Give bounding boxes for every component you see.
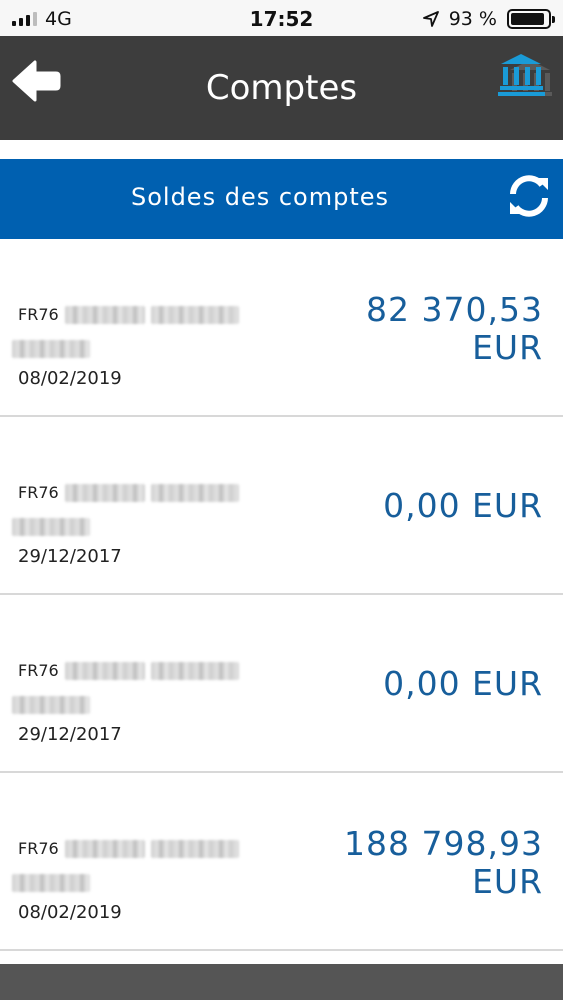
account-iban-cont [12, 518, 90, 536]
masked-iban [64, 483, 145, 502]
masked-iban [150, 661, 239, 680]
section-title: Soldes des comptes [130, 183, 390, 211]
bottom-bar [0, 964, 563, 1000]
page-title: Comptes [205, 68, 358, 108]
masked-iban [12, 696, 90, 714]
account-row[interactable]: FR76 08/02/2019 82 370,53 EUR [0, 239, 563, 417]
account-balance: 188 798,93 EUR [344, 825, 543, 901]
account-iban: FR76 [18, 839, 239, 858]
account-iban: FR76 [18, 661, 239, 680]
iban-prefix: FR76 [18, 839, 59, 858]
account-iban-cont [12, 874, 90, 892]
account-balance-value: 0,00 EUR [383, 486, 543, 525]
account-balance-currency: EUR [472, 328, 543, 367]
account-iban: FR76 [18, 483, 239, 502]
status-right: 93 % [422, 8, 555, 30]
iban-prefix: FR76 [18, 661, 59, 680]
iban-prefix: FR76 [18, 483, 59, 502]
refresh-icon [510, 175, 548, 217]
account-row[interactable]: FR76 29/12/2017 0,00 EUR [0, 417, 563, 595]
masked-iban [12, 518, 90, 536]
status-bar: 4G 17:52 93 % [0, 0, 563, 36]
refresh-button[interactable] [505, 172, 553, 220]
account-date: 08/02/2019 [18, 368, 122, 389]
account-date: 29/12/2017 [18, 724, 122, 745]
account-iban-cont [12, 340, 90, 358]
account-iban-cont [12, 696, 90, 714]
section-header: Soldes des comptes [0, 159, 563, 239]
account-balance-currency: EUR [472, 862, 543, 901]
battery-icon [507, 9, 555, 29]
account-date: 29/12/2017 [18, 546, 122, 567]
account-row[interactable]: FR76 29/12/2017 0,00 EUR [0, 595, 563, 773]
masked-iban [150, 839, 239, 858]
masked-iban [150, 483, 239, 502]
masked-iban [64, 661, 145, 680]
account-balance-value: 0,00 EUR [383, 664, 543, 703]
account-row[interactable]: FR76 08/02/2019 188 798,93 EUR [0, 773, 563, 951]
battery-percent: 93 % [448, 8, 497, 30]
masked-iban [12, 874, 90, 892]
account-list: FR76 08/02/2019 82 370,53 EUR FR76 29/12… [0, 239, 563, 951]
account-date: 08/02/2019 [18, 902, 122, 923]
bank-button[interactable] [497, 50, 555, 108]
bank-icon [498, 54, 552, 96]
app-header: Comptes [0, 36, 563, 140]
account-balance: 0,00 EUR [383, 665, 543, 703]
account-balance: 0,00 EUR [383, 487, 543, 525]
masked-iban [12, 340, 90, 358]
masked-iban [150, 305, 239, 324]
masked-iban [64, 839, 145, 858]
account-iban: FR76 [18, 305, 239, 324]
account-balance-value: 82 370,53 [366, 290, 543, 329]
account-balance-value: 188 798,93 [344, 824, 543, 863]
masked-iban [64, 305, 145, 324]
iban-prefix: FR76 [18, 305, 59, 324]
account-balance: 82 370,53 EUR [366, 291, 543, 367]
location-arrow-icon [422, 11, 439, 27]
